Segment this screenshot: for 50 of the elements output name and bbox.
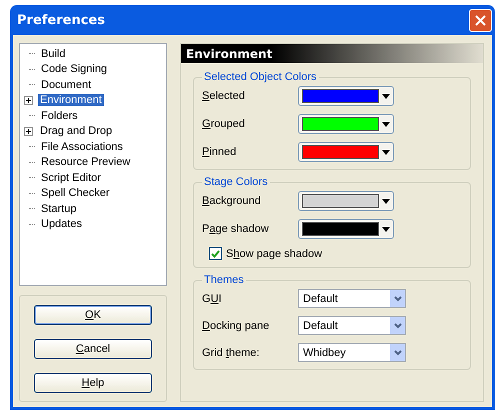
dialog-button[interactable]: Cancel	[34, 339, 152, 359]
field-label: GUI	[202, 292, 223, 304]
group-title: Selected Object Colors	[203, 71, 318, 83]
tree-item[interactable]: Script Editor	[39, 172, 103, 184]
tree-item[interactable]: File Associations	[39, 140, 125, 153]
close-button[interactable]	[469, 8, 492, 32]
dropdown-arrow-icon	[382, 94, 390, 98]
close-icon	[475, 14, 486, 26]
tree-item[interactable]: Spell Checker	[39, 187, 112, 200]
dropdown-arrow-icon	[382, 198, 390, 204]
tree-item[interactable]: Document	[39, 78, 94, 91]
chevron-down-icon	[394, 296, 402, 302]
field-label: Background	[202, 195, 262, 207]
dropdown-arrow-icon	[382, 122, 390, 126]
dropdown-field[interactable]: Default	[298, 316, 406, 335]
dialog-button[interactable]: OK	[34, 305, 152, 325]
tree-item[interactable]: Folders	[39, 110, 80, 122]
field-label: Selected	[202, 90, 246, 102]
checkbox[interactable]	[209, 247, 222, 260]
dropdown-arrow-icon	[382, 150, 390, 154]
tree-item[interactable]: Startup	[39, 202, 78, 215]
window-title: Preferences	[17, 12, 105, 28]
tree-item[interactable]: Resource Preview	[39, 156, 132, 168]
checkbox-label: Show page shadow	[226, 248, 322, 260]
field-label: Pinned	[202, 146, 238, 158]
color-picker[interactable]	[298, 86, 394, 106]
color-picker[interactable]	[298, 142, 394, 162]
field-label: Page shadow	[202, 223, 270, 235]
color-picker[interactable]	[298, 114, 394, 134]
chevron-down-icon	[394, 322, 402, 328]
tree-item[interactable]: Build	[39, 48, 68, 60]
page-header: Environment	[181, 44, 483, 63]
tree-item[interactable]: Drag and Drop	[38, 125, 114, 138]
expand-icon[interactable]	[24, 96, 33, 105]
group-title: Themes	[203, 274, 245, 286]
group-title: Stage Colors	[203, 176, 269, 188]
chevron-down-icon	[394, 350, 402, 356]
dropdown-field[interactable]: Whidbey	[298, 343, 406, 362]
color-picker[interactable]	[298, 191, 394, 211]
field-label: Docking pane	[202, 320, 270, 332]
dropdown-field[interactable]: Default	[298, 289, 406, 308]
color-picker[interactable]	[298, 219, 394, 239]
tree-item[interactable]: Updates	[39, 218, 84, 230]
tree-item[interactable]: Code Signing	[39, 63, 110, 76]
tree-item[interactable]: Environment	[38, 94, 104, 106]
field-label: Grid theme:	[202, 346, 260, 358]
dropdown-arrow-icon	[382, 226, 390, 232]
field-label: Grouped	[202, 118, 246, 130]
expand-icon[interactable]	[24, 126, 33, 136]
dialog-button[interactable]: Help	[34, 373, 152, 393]
